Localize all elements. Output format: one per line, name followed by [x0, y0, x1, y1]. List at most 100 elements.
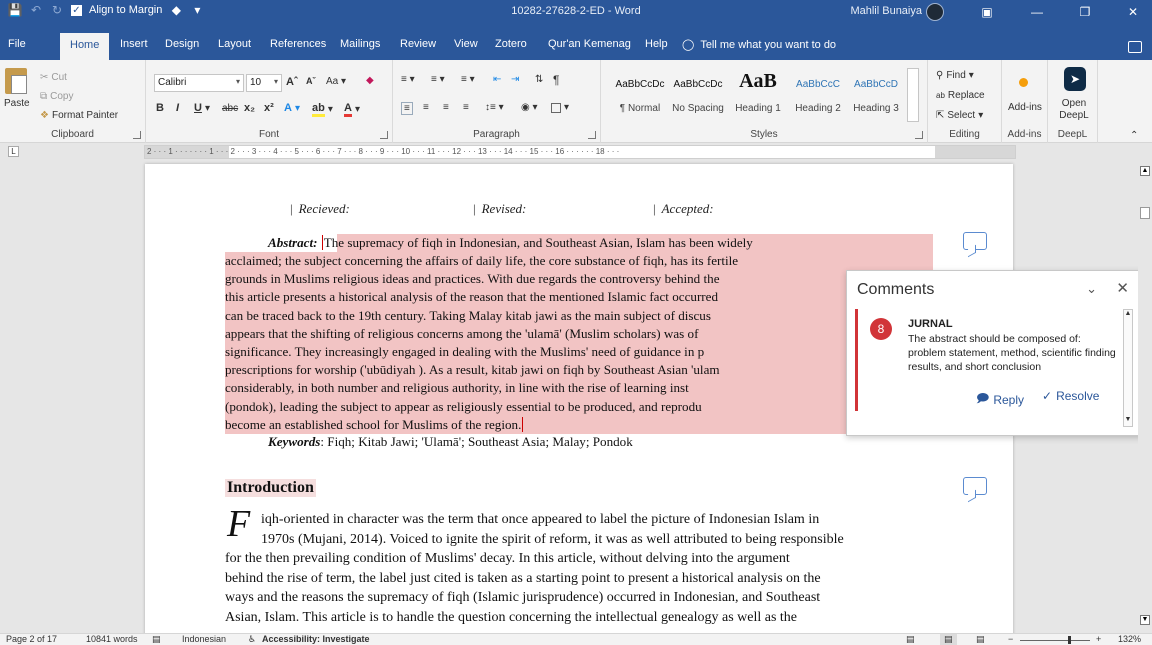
redo-icon[interactable]: ↻ — [50, 3, 64, 17]
font-size-box[interactable]: 10 ▾ — [246, 74, 282, 92]
scroll-thumb[interactable] — [1140, 207, 1150, 219]
save-icon[interactable]: 💾 — [8, 3, 23, 17]
scroll-up-icon[interactable]: ▲ — [1124, 310, 1132, 320]
borders-icon[interactable]: ▾ — [551, 102, 569, 113]
tell-me-search[interactable]: ◯ Tell me what you want to do — [682, 38, 836, 52]
align-right-icon[interactable]: ≡ — [443, 102, 449, 113]
page-count[interactable]: Page 2 of 17 — [6, 634, 57, 644]
align-center-icon[interactable]: ≡ — [423, 102, 429, 113]
restore-icon[interactable]: ❐ — [1070, 0, 1100, 23]
comment-bubble-icon[interactable] — [963, 477, 987, 495]
underline-icon[interactable]: U ▾ — [194, 102, 210, 114]
superscript-icon[interactable]: x² — [264, 102, 274, 114]
close-icon[interactable]: ✕ — [1118, 0, 1148, 23]
abstract-body[interactable]: acclaimed; the subject concerning the af… — [225, 252, 933, 434]
align-to-margin-label[interactable]: Align to Margin — [89, 4, 162, 16]
style-heading-3[interactable]: AaBbCcD Heading 3 — [846, 66, 906, 124]
keywords-line[interactable]: Keywords: Fiqh; Kitab Jawi; 'Ulamā'; Sou… — [268, 434, 633, 450]
grow-font-icon[interactable]: Aˆ — [286, 76, 298, 88]
line-spacing-icon[interactable]: ↕≡ ▾ — [485, 102, 504, 113]
tab-file[interactable]: File — [8, 38, 26, 50]
scroll-up-icon[interactable]: ▲ — [1140, 166, 1150, 176]
clear-formatting-icon[interactable]: ◆ — [366, 75, 374, 86]
ribbon-display-icon[interactable]: ▣ — [972, 0, 1002, 23]
zoom-slider-thumb[interactable] — [1068, 636, 1071, 644]
print-layout-icon[interactable]: ▤ — [940, 634, 957, 645]
zoom-slider[interactable] — [1020, 640, 1090, 641]
tab-references[interactable]: References — [270, 38, 326, 50]
web-layout-icon[interactable]: ▤ — [976, 634, 985, 645]
customize-qat-icon[interactable]: ▾ — [190, 3, 204, 17]
minimize-icon[interactable]: — — [1022, 0, 1052, 23]
scroll-down-icon[interactable]: ▼ — [1140, 615, 1150, 625]
open-deepl-button[interactable]: Open DeepL — [1056, 98, 1092, 122]
tab-view[interactable]: View — [454, 38, 478, 50]
shading-icon[interactable]: ◉ ▾ — [521, 102, 538, 113]
introduction-body[interactable]: iqh-oriented in character was the term t… — [225, 510, 933, 627]
read-mode-icon[interactable]: ▤ — [906, 634, 915, 645]
show-marks-icon[interactable]: ¶ — [553, 73, 559, 87]
zoom-level[interactable]: 132% — [1118, 634, 1141, 644]
tab-insert[interactable]: Insert — [120, 38, 148, 50]
style-heading-2[interactable]: AaBbCcC Heading 2 — [788, 66, 848, 124]
highlight-color-icon[interactable]: ab ▾ — [312, 102, 333, 117]
styles-scroll[interactable] — [907, 68, 919, 122]
horizontal-ruler[interactable]: 2 · · · 1 · · · · · · · 1 · · · 2 · · · … — [144, 145, 1016, 159]
change-case-icon[interactable]: Aa ▾ — [326, 76, 346, 87]
introduction-heading[interactable]: Introduction — [225, 479, 316, 497]
subscript-icon[interactable]: x₂ — [244, 102, 255, 114]
decrease-indent-icon[interactable]: ⇤ — [493, 74, 501, 85]
accessibility-status[interactable]: Accessibility: Investigate — [262, 634, 370, 644]
align-left-icon[interactable]: ≡ — [401, 102, 413, 115]
addins-icon[interactable] — [1019, 78, 1028, 87]
language[interactable]: Indonesian — [182, 634, 226, 644]
copy-button[interactable]: ⧉ Copy — [40, 91, 74, 102]
user-name[interactable]: Mahlil Bunaiya — [850, 5, 922, 17]
clipboard-launcher-icon[interactable] — [133, 131, 141, 139]
word-count[interactable]: 10841 words — [86, 634, 138, 644]
addins-button[interactable]: Add-ins — [1008, 102, 1042, 113]
zoom-in-icon[interactable]: + — [1096, 634, 1101, 644]
collapse-ribbon-icon[interactable]: ⌃ — [1130, 130, 1138, 141]
scroll-down-icon[interactable]: ▼ — [1124, 416, 1132, 426]
style-normal[interactable]: AaBbCcDc ¶ Normal — [610, 66, 670, 124]
paragraph-launcher-icon[interactable] — [588, 131, 596, 139]
font-color-icon[interactable]: A ▾ — [344, 102, 360, 117]
accessibility-icon[interactable]: ♿ — [248, 634, 256, 645]
style-heading-1[interactable]: AaB Heading 1 — [728, 66, 788, 124]
justify-icon[interactable]: ≡ — [463, 102, 469, 113]
sort-icon[interactable]: ⇅ — [535, 74, 543, 85]
font-launcher-icon[interactable] — [380, 131, 388, 139]
resolve-button[interactable]: ✓ Resolve — [1042, 389, 1099, 403]
tab-home[interactable]: Home — [60, 33, 110, 60]
replace-button[interactable]: ab Replace — [936, 90, 985, 101]
proofing-icon[interactable]: ▤ — [152, 634, 161, 645]
strikethrough-icon[interactable]: abc — [222, 103, 238, 114]
vertical-scrollbar[interactable]: ▲ ▼ — [1138, 160, 1152, 633]
tab-review[interactable]: Review — [400, 38, 436, 50]
shield-icon[interactable]: ◆ — [169, 3, 183, 17]
styles-launcher-icon[interactable] — [915, 131, 923, 139]
style-no-spacing[interactable]: AaBbCcDc No Spacing — [668, 66, 728, 124]
comment-bubble-icon[interactable] — [963, 232, 987, 250]
reply-button[interactable]: 🗩 Reply — [976, 389, 1024, 410]
italic-icon[interactable]: I — [176, 102, 179, 114]
zoom-out-icon[interactable]: − — [1008, 634, 1013, 644]
deepl-icon[interactable]: ➤ — [1064, 67, 1086, 91]
paste-button[interactable]: Paste — [4, 98, 30, 109]
increase-indent-icon[interactable]: ⇥ — [511, 74, 519, 85]
shrink-font-icon[interactable]: Aˇ — [306, 76, 316, 86]
comment-text[interactable]: The abstract should be composed of: prob… — [908, 332, 1118, 374]
cut-button[interactable]: ✂ Cut — [40, 72, 67, 83]
text-effects-icon[interactable]: A ▾ — [284, 102, 300, 114]
comments-icon[interactable] — [1128, 41, 1142, 53]
tab-mailings[interactable]: Mailings — [340, 38, 380, 50]
format-painter-button[interactable]: ❖ Format Painter — [40, 110, 118, 121]
abstract-paragraph[interactable]: Abstract: The supremacy of fiqh in Indon… — [268, 234, 930, 252]
tab-layout[interactable]: Layout — [218, 38, 251, 50]
font-name-box[interactable]: Calibri ▾ — [154, 74, 244, 92]
numbering-icon[interactable]: ≡ ▾ — [431, 74, 445, 85]
bullets-icon[interactable]: ≡ ▾ — [401, 74, 415, 85]
chevron-down-icon[interactable]: ⌄ — [1086, 281, 1097, 297]
align-to-margin-checkbox[interactable]: ✓ — [71, 4, 82, 16]
